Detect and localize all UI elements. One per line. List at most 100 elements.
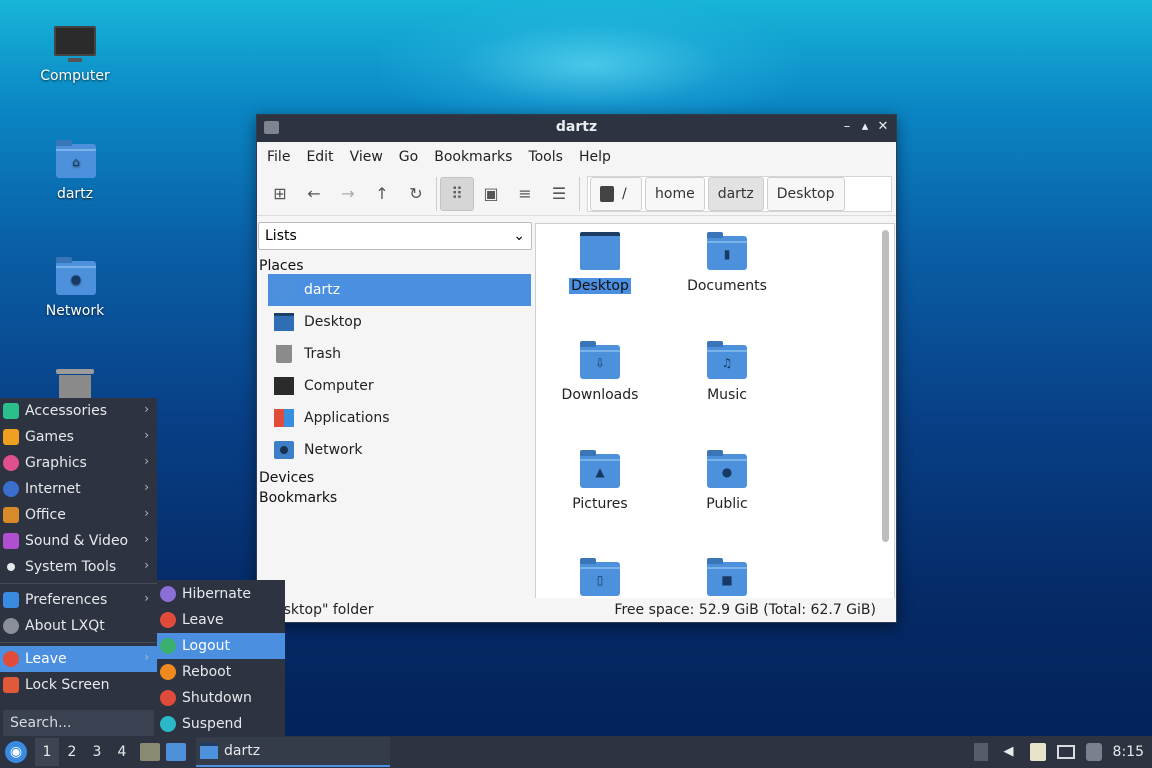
notification-icon[interactable]: [1085, 743, 1102, 761]
icon-view-button[interactable]: ⠿: [440, 176, 474, 211]
chevron-right-icon: ›: [144, 480, 149, 494]
volume-icon[interactable]: ◀: [999, 743, 1019, 761]
submenu-item-hibernate[interactable]: Hibernate: [157, 581, 285, 607]
file-manager-launcher-icon[interactable]: [140, 743, 160, 761]
minimize-button[interactable]: –: [838, 118, 856, 136]
bookmarks-header[interactable]: Bookmarks: [257, 486, 534, 506]
task-button-dartz[interactable]: dartz: [196, 737, 390, 767]
file-item-downloads[interactable]: ⇩ Downloads: [536, 341, 664, 403]
menu-tools[interactable]: Tools: [520, 149, 571, 165]
devices-header[interactable]: Devices: [257, 466, 534, 486]
accessories-icon: [3, 403, 19, 419]
network-icon: [274, 441, 294, 459]
menu-item-office[interactable]: Office ›: [0, 502, 157, 528]
start-menu-button[interactable]: ◉: [5, 741, 27, 763]
workspace-3[interactable]: 3: [85, 738, 109, 766]
reload-button[interactable]: ↻: [399, 177, 433, 211]
submenu-item-leave[interactable]: Leave: [157, 607, 285, 633]
place-item-label: Network: [304, 442, 363, 458]
submenu-item-suspend[interactable]: Suspend: [157, 711, 285, 737]
side-pane-mode-select[interactable]: Lists ⌄: [258, 222, 532, 250]
file-item-label: Music: [707, 387, 747, 403]
menu-file[interactable]: File: [259, 149, 298, 165]
menu-help[interactable]: Help: [571, 149, 619, 165]
detailed-view-button[interactable]: ☰: [542, 177, 576, 211]
logout-icon: [160, 638, 176, 654]
menu-item-preferences[interactable]: Preferences ›: [0, 587, 157, 613]
menu-item-sound-video[interactable]: Sound & Video ›: [0, 528, 157, 554]
menu-item-leave[interactable]: Leave ›: [0, 646, 157, 672]
file-item-documents[interactable]: ▮ Documents: [663, 232, 791, 294]
show-desktop-icon[interactable]: [166, 743, 186, 761]
menu-item-label: About LXQt: [25, 618, 105, 634]
up-button[interactable]: ↑: [365, 177, 399, 211]
title-bar[interactable]: dartz – ▴ ✕: [257, 115, 896, 142]
new-tab-button[interactable]: ⊞: [263, 177, 297, 211]
trash-icon: [276, 345, 292, 363]
compact-view-button[interactable]: ≡: [508, 177, 542, 211]
place-item-desktop[interactable]: Desktop: [268, 306, 531, 338]
menu-item-accessories[interactable]: Accessories ›: [0, 398, 157, 424]
detail-list-icon: ☰: [551, 184, 567, 203]
workspace-4[interactable]: 4: [110, 738, 134, 766]
path-segment-desktop[interactable]: Desktop: [766, 176, 845, 211]
network-status-icon[interactable]: [1056, 745, 1075, 759]
place-item-computer[interactable]: Computer: [268, 370, 531, 402]
workspace-2[interactable]: 2: [60, 738, 84, 766]
menu-edit[interactable]: Edit: [298, 149, 341, 165]
path-segment-home[interactable]: home: [645, 176, 705, 211]
file-item-templates[interactable]: ▯: [536, 558, 664, 598]
menu-item-games[interactable]: Games ›: [0, 424, 157, 450]
workspace-1[interactable]: 1: [35, 738, 59, 766]
menu-view[interactable]: View: [342, 149, 391, 165]
desktop-icon-label: Network: [45, 303, 105, 319]
clock[interactable]: 8:15: [1113, 744, 1144, 760]
file-item-desktop[interactable]: Desktop: [536, 232, 664, 294]
place-item-applications[interactable]: Applications: [268, 402, 531, 434]
path-segment-dartz[interactable]: dartz: [707, 176, 764, 211]
menu-go[interactable]: Go: [391, 149, 426, 165]
menu-item-graphics[interactable]: Graphics ›: [0, 450, 157, 476]
desktop-icon-home[interactable]: ⌂ dartz: [25, 140, 125, 202]
file-item-videos[interactable]: ■: [663, 558, 791, 598]
documents-folder-icon: ▮: [707, 232, 747, 270]
status-selection-text: esktop" folder: [275, 602, 374, 618]
place-item-label: Applications: [304, 410, 390, 426]
vertical-scrollbar[interactable]: [882, 230, 889, 542]
home-folder-icon: [274, 281, 294, 299]
place-item-dartz[interactable]: dartz: [268, 274, 531, 306]
menu-item-system-tools[interactable]: System Tools ›: [0, 554, 157, 580]
thumbnail-view-button[interactable]: ▣: [474, 177, 508, 211]
place-item-trash[interactable]: Trash: [268, 338, 531, 370]
menu-item-internet[interactable]: Internet ›: [0, 476, 157, 502]
toolbar-separator: [579, 176, 580, 211]
place-item-network[interactable]: Network: [268, 434, 531, 466]
file-manager-window: dartz – ▴ ✕ File Edit View Go Bookmarks …: [256, 114, 897, 623]
file-item-music[interactable]: ♫ Music: [663, 341, 791, 403]
back-button[interactable]: ←: [297, 177, 331, 211]
desktop-icon-computer[interactable]: Computer: [25, 22, 125, 84]
templates-folder-icon: ▯: [580, 558, 620, 596]
file-item-public[interactable]: ● Public: [663, 450, 791, 512]
submenu-item-reboot[interactable]: Reboot: [157, 659, 285, 685]
menu-item-lock-screen[interactable]: Lock Screen: [0, 672, 157, 698]
menu-search-input[interactable]: Search...: [3, 710, 154, 738]
arrow-right-icon: →: [341, 184, 355, 203]
hibernate-icon: [160, 586, 176, 602]
forward-button[interactable]: →: [331, 177, 365, 211]
file-item-pictures[interactable]: ▲ Pictures: [536, 450, 664, 512]
eject-icon[interactable]: [973, 743, 988, 761]
submenu-item-shutdown[interactable]: Shutdown: [157, 685, 285, 711]
menu-item-label: Leave: [25, 651, 67, 667]
file-view[interactable]: Desktop ▮ Documents ⇩ Downloads ♫ Music …: [535, 223, 895, 599]
menu-bookmarks[interactable]: Bookmarks: [426, 149, 520, 165]
maximize-button[interactable]: ▴: [856, 118, 874, 136]
desktop-icon-network[interactable]: ● Network: [25, 257, 125, 319]
close-button[interactable]: ✕: [874, 118, 892, 136]
places-header[interactable]: Places: [257, 250, 534, 274]
menu-item-about[interactable]: About LXQt: [0, 613, 157, 639]
clipboard-icon[interactable]: [1029, 743, 1046, 761]
path-root-button[interactable]: /: [590, 176, 642, 211]
submenu-item-logout[interactable]: Logout: [157, 633, 285, 659]
office-icon: [3, 507, 19, 523]
